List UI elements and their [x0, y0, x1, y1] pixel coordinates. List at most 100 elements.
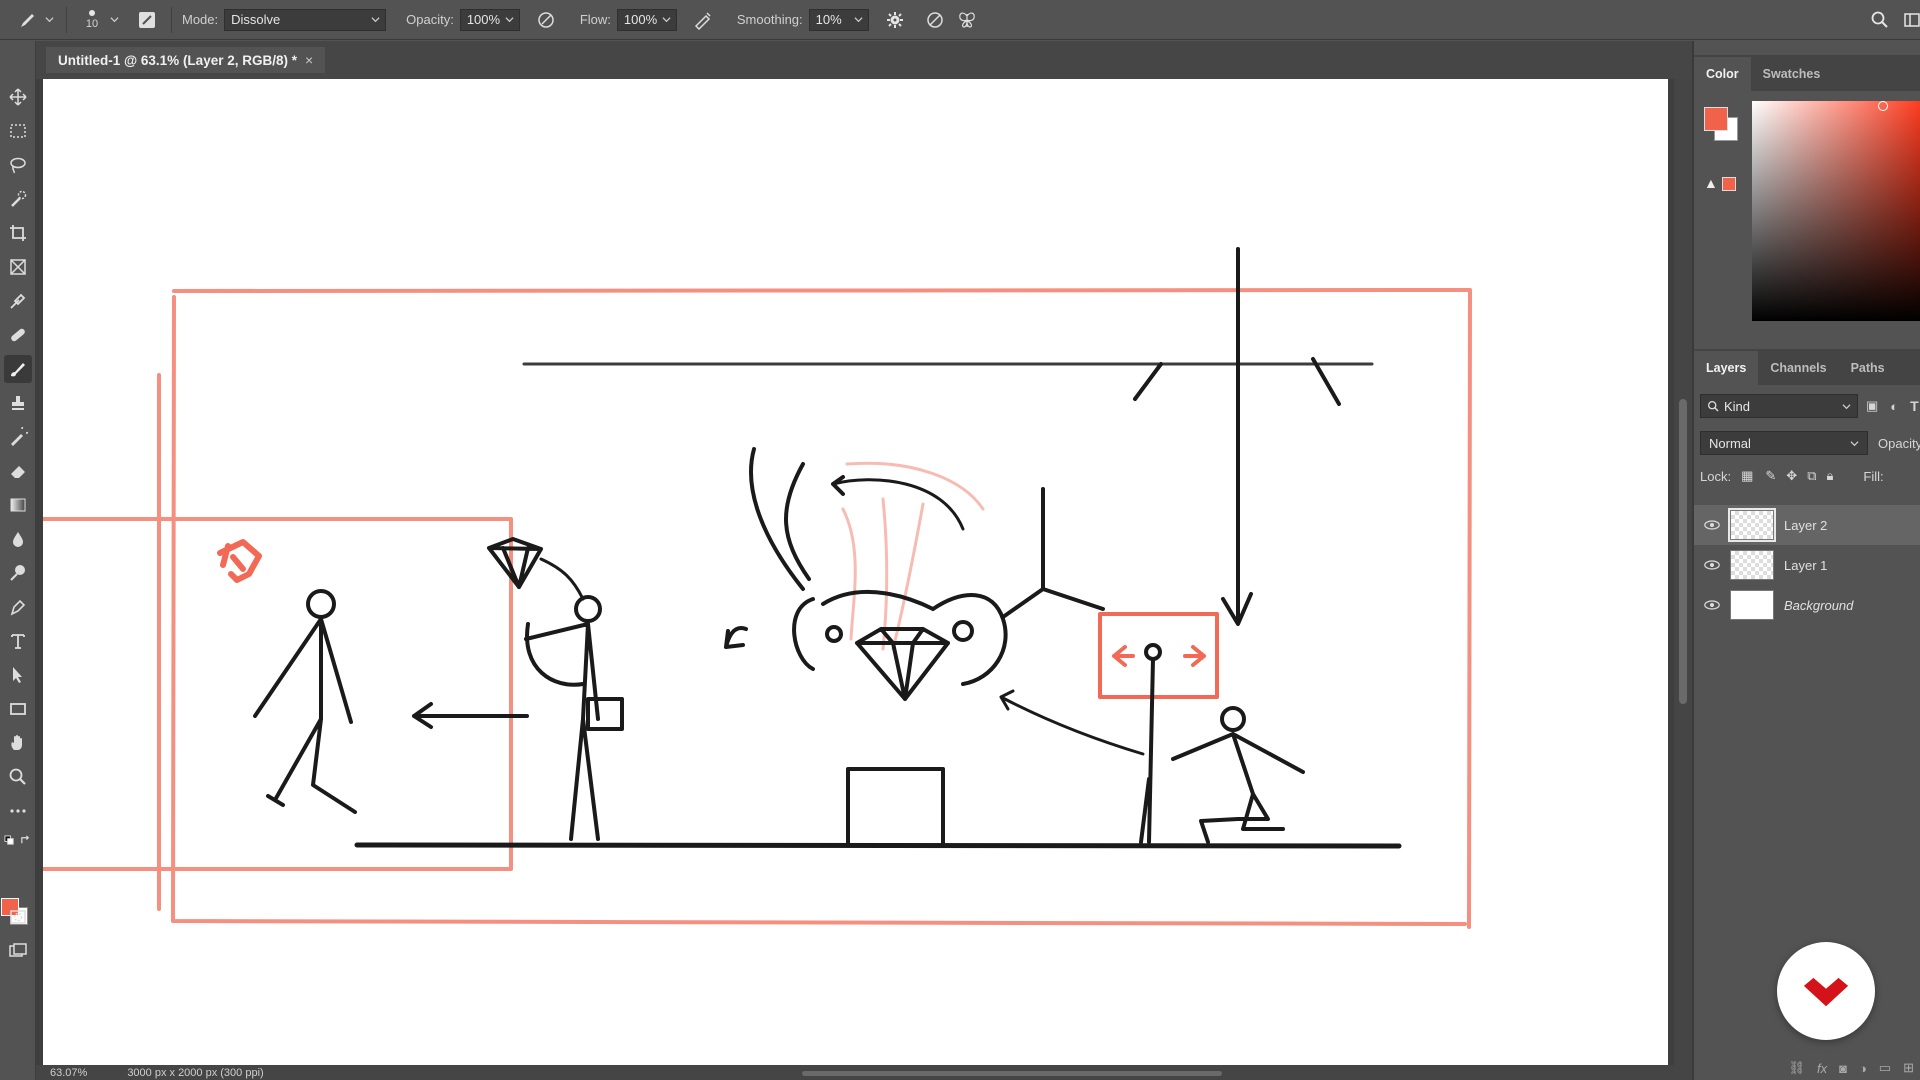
- new-group-icon[interactable]: ▭: [1879, 1060, 1891, 1076]
- quick-select-tool-icon[interactable]: [4, 185, 32, 213]
- chevron-down-icon: [854, 16, 863, 22]
- quick-mask-icon[interactable]: [4, 903, 32, 931]
- tab-layers[interactable]: Layers: [1694, 351, 1759, 385]
- zoom-readout[interactable]: 63.07%: [50, 1067, 87, 1079]
- smoothing-field[interactable]: 10%: [808, 8, 869, 31]
- layer-row-background[interactable]: Background: [1694, 585, 1920, 625]
- workspace-icon[interactable]: [1898, 6, 1920, 34]
- marquee-tool-icon[interactable]: [4, 117, 32, 145]
- lock-label: Lock:: [1700, 468, 1732, 484]
- rectangle-tool-icon[interactable]: [4, 695, 32, 723]
- brush-preset-icon[interactable]: [14, 6, 42, 34]
- color-picker-field[interactable]: [1752, 101, 1920, 321]
- brush-settings-panel-icon[interactable]: [133, 6, 161, 34]
- gear-icon[interactable]: [881, 6, 909, 34]
- eye-icon[interactable]: [1694, 600, 1730, 610]
- document-size-info[interactable]: 3000 px x 2000 px (300 ppi): [127, 1067, 263, 1079]
- add-mask-icon[interactable]: ◙: [1839, 1061, 1847, 1076]
- type-tool-icon[interactable]: [4, 627, 32, 655]
- opacity-field[interactable]: 100%: [459, 8, 520, 31]
- gradient-tool-icon[interactable]: [4, 491, 32, 519]
- eye-icon[interactable]: [1694, 560, 1730, 570]
- document-tab-title: Untitled-1 @ 63.1% (Layer 2, RGB/8) *: [58, 52, 297, 68]
- hand-tool-icon[interactable]: [4, 729, 32, 757]
- gamut-color-swatch[interactable]: [1722, 177, 1736, 191]
- swap-colors-icon[interactable]: [16, 831, 34, 849]
- clone-stamp-tool-icon[interactable]: [4, 389, 32, 417]
- lock-position-icon[interactable]: ✥: [1786, 468, 1797, 484]
- pressure-opacity-icon[interactable]: [532, 6, 560, 34]
- brush-size-picker[interactable]: 10: [77, 0, 107, 40]
- layer-kind-filter[interactable]: Kind: [1700, 394, 1858, 418]
- color-picker-marker[interactable]: [1878, 101, 1888, 111]
- adjustment-filter-icon[interactable]: ◐: [1890, 399, 1898, 414]
- symmetry-butterfly-icon[interactable]: [953, 6, 981, 34]
- divider: [171, 6, 172, 33]
- move-tool-icon[interactable]: [4, 83, 32, 111]
- search-icon[interactable]: [1866, 6, 1894, 34]
- layer-thumbnail: [1728, 508, 1776, 542]
- chevron-down-icon[interactable]: [42, 6, 56, 34]
- storyboard-sketch: [43, 247, 1472, 929]
- tab-channels[interactable]: Channels: [1758, 351, 1838, 385]
- close-icon[interactable]: ×: [305, 52, 313, 68]
- adjustment-layer-icon[interactable]: ◑: [1859, 1061, 1867, 1076]
- screen-mode-icon[interactable]: [4, 937, 32, 965]
- layer-row-layer-2[interactable]: Layer 2: [1694, 505, 1920, 545]
- type-filter-icon[interactable]: T: [1910, 398, 1919, 414]
- healing-brush-tool-icon[interactable]: [4, 321, 32, 349]
- tab-color[interactable]: Color: [1694, 57, 1751, 91]
- new-layer-icon[interactable]: ⊞: [1903, 1060, 1914, 1076]
- chevron-down-icon: [1850, 440, 1859, 446]
- lasso-tool-icon[interactable]: [4, 151, 32, 179]
- chevron-down-icon[interactable]: [107, 6, 121, 34]
- pressure-size-icon[interactable]: [921, 6, 949, 34]
- blend-mode-dropdown[interactable]: Normal: [1700, 431, 1868, 455]
- pen-tool-icon[interactable]: [4, 593, 32, 621]
- canvas-area[interactable]: [36, 79, 1692, 1065]
- layer-name: Background: [1784, 597, 1854, 613]
- gamut-warning-icon[interactable]: ▲: [1704, 175, 1718, 191]
- lock-image-icon[interactable]: ✎: [1765, 468, 1776, 484]
- smoothing-value: 10%: [815, 12, 842, 27]
- opacity-label: Opacity:: [406, 12, 454, 27]
- frame-tool-icon[interactable]: [4, 253, 32, 281]
- flow-value: 100%: [623, 12, 658, 27]
- tab-swatches[interactable]: Swatches: [1751, 57, 1833, 91]
- lock-all-icon[interactable]: 🔒︎: [1826, 468, 1833, 484]
- lock-artboard-icon[interactable]: ⧉: [1807, 468, 1816, 484]
- blur-tool-icon[interactable]: [4, 525, 32, 553]
- mode-dropdown[interactable]: Dissolve: [224, 8, 387, 31]
- layer-name: Layer 1: [1784, 557, 1828, 573]
- zoom-tool-icon[interactable]: [4, 763, 32, 791]
- layers-panel-tabs: Layers Channels Paths: [1694, 349, 1920, 385]
- document-canvas[interactable]: [43, 79, 1668, 1065]
- more-tools-icon[interactable]: [4, 797, 32, 825]
- eyedropper-tool-icon[interactable]: [4, 287, 32, 315]
- scrollbar-thumb[interactable]: [1679, 399, 1687, 704]
- tab-paths[interactable]: Paths: [1839, 351, 1897, 385]
- brush-tool-icon[interactable]: [4, 355, 32, 383]
- layer-style-icon[interactable]: fx: [1817, 1061, 1827, 1076]
- document-tab[interactable]: Untitled-1 @ 63.1% (Layer 2, RGB/8) * ×: [46, 47, 326, 73]
- color-panel-tabs: Color Swatches: [1694, 55, 1920, 91]
- divider: [66, 6, 67, 33]
- horizontal-scrollbar-thumb[interactable]: [802, 1071, 1222, 1076]
- red-sketch-marks: [217, 539, 262, 583]
- eye-icon[interactable]: [1694, 520, 1730, 530]
- layer-row-layer-1[interactable]: Layer 1: [1694, 545, 1920, 585]
- link-layers-icon[interactable]: ⛓: [1788, 1060, 1805, 1076]
- history-brush-tool-icon[interactable]: [4, 423, 32, 451]
- blend-mode-value: Normal: [1709, 435, 1751, 451]
- crop-tool-icon[interactable]: [4, 219, 32, 247]
- color-panel-foreground-swatch[interactable]: [1704, 107, 1728, 131]
- lock-row: Lock: ▦ ✎ ✥ ⧉ 🔒︎ Fill:: [1700, 468, 1884, 484]
- pixel-filter-icon[interactable]: ▣: [1866, 398, 1878, 414]
- airbrush-icon[interactable]: [689, 6, 717, 34]
- flow-field[interactable]: 100%: [616, 8, 677, 31]
- lock-transparent-icon[interactable]: ▦: [1741, 468, 1753, 484]
- eraser-tool-icon[interactable]: [4, 457, 32, 485]
- path-selection-tool-icon[interactable]: [4, 661, 32, 689]
- vertical-scrollbar[interactable]: [1674, 79, 1692, 1065]
- dodge-tool-icon[interactable]: [4, 559, 32, 587]
